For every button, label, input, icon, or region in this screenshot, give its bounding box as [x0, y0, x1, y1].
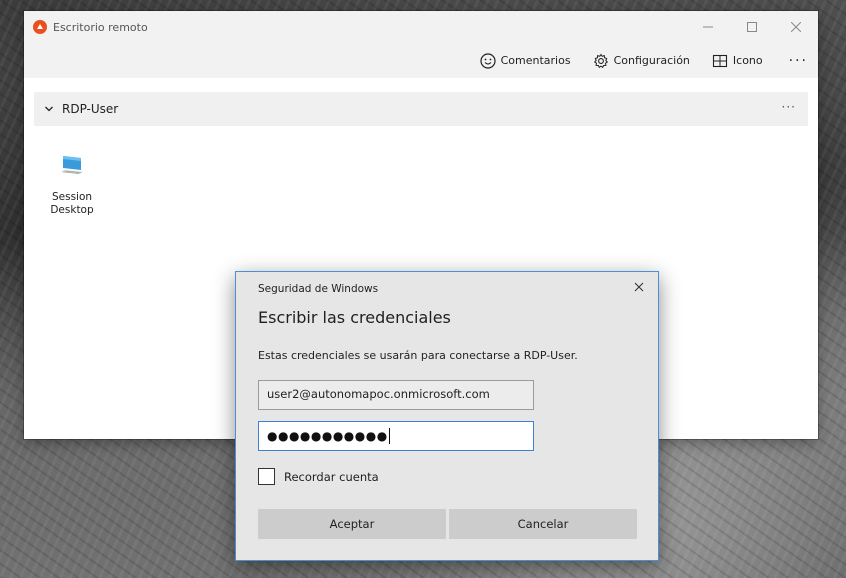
- dialog-heading: Escribir las credenciales: [258, 308, 451, 327]
- minimize-icon: [703, 26, 713, 28]
- group-more-button[interactable]: ···: [782, 100, 796, 114]
- password-field[interactable]: ●●●●●●●●●●●: [258, 421, 534, 451]
- grid-view-icon: [712, 54, 727, 67]
- view-mode-label: Icono: [732, 54, 763, 67]
- close-icon: [791, 22, 801, 32]
- session-desktop-tile[interactable]: SessionDesktop: [44, 153, 100, 217]
- window-title: Escritorio remoto: [53, 20, 148, 34]
- remember-label: Recordar cuenta: [284, 469, 379, 484]
- close-window-button[interactable]: [774, 11, 818, 43]
- password-masked-value: ●●●●●●●●●●●: [267, 429, 388, 443]
- more-options-button[interactable]: ···: [789, 53, 808, 69]
- maximize-button[interactable]: [730, 11, 774, 43]
- minimize-button[interactable]: [686, 11, 730, 43]
- dialog-caption: Seguridad de Windows: [258, 283, 379, 295]
- dialog-close-icon[interactable]: [632, 280, 646, 294]
- session-desktop-label: SessionDesktop: [50, 191, 94, 216]
- remember-checkbox[interactable]: [258, 468, 275, 485]
- maximize-icon: [747, 22, 757, 32]
- credentials-dialog: Seguridad de Windows Escribir las creden…: [235, 271, 659, 561]
- remote-desktop-logo-icon: [33, 20, 47, 34]
- chevron-down-icon: [45, 106, 53, 112]
- gear-icon: [593, 53, 608, 68]
- workspace-group-header[interactable]: RDP-User ···: [34, 92, 808, 126]
- desktop-monitor-icon: [61, 156, 83, 174]
- dialog-message: Estas credenciales se usarán para conect…: [258, 349, 578, 362]
- settings-label: Configuración: [613, 54, 690, 67]
- workspace-group-title: RDP-User: [62, 102, 119, 116]
- window-controls: [686, 11, 818, 43]
- titlebar[interactable]: Escritorio remoto: [24, 11, 818, 43]
- cancel-button[interactable]: Cancelar: [449, 509, 637, 539]
- username-field[interactable]: user2@autonomapoc.onmicrosoft.com: [258, 380, 534, 410]
- remember-account-option[interactable]: Recordar cuenta: [258, 468, 379, 485]
- toolbar: Comentarios Configuración Icono ···: [24, 43, 818, 78]
- settings-button[interactable]: Configuración: [593, 53, 690, 69]
- view-mode-button[interactable]: Icono: [712, 53, 763, 69]
- text-caret: [388, 428, 390, 444]
- smiley-icon: [479, 52, 496, 69]
- feedback-label: Comentarios: [500, 54, 571, 67]
- accept-button[interactable]: Aceptar: [258, 509, 446, 539]
- feedback-button[interactable]: Comentarios: [479, 52, 571, 69]
